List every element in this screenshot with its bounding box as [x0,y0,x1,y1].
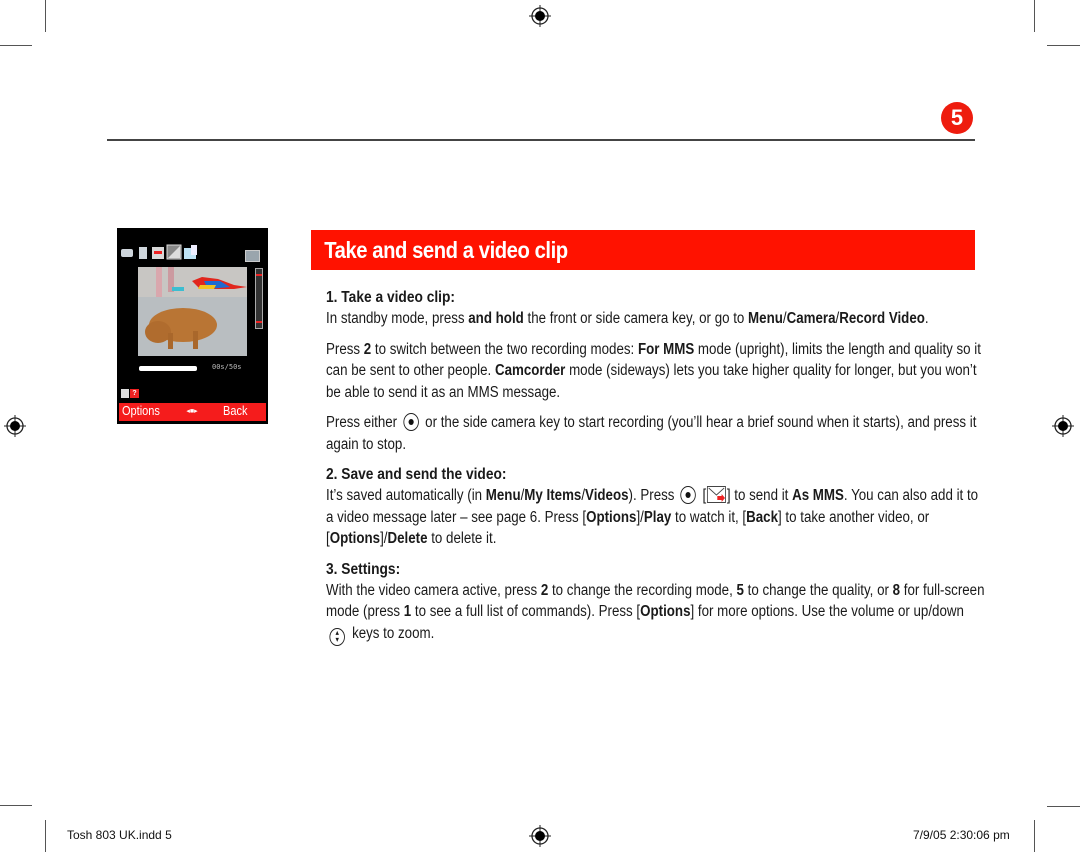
video-mode-icon [121,249,133,257]
footer-file-name: Tosh 803 UK.indd 5 [67,828,172,842]
registration-mark-icon [4,415,26,437]
text-run: to watch it, [ [671,508,747,526]
send-mail-icon [707,486,726,503]
crop-mark [0,45,32,46]
section-title: Take and send a video clip [324,237,568,263]
bold-term: Menu [748,310,783,327]
text-run: keys to zoom. [348,624,435,642]
page-number-badge: 5 [941,102,973,134]
text-run: ] to send it [726,487,793,504]
center-key-icon [403,413,419,431]
section-heading: 3. Settings: [326,560,401,578]
bold-term: Back [746,508,779,526]
nav-center-icon: ◂■▸ [186,408,198,415]
crop-mark [1034,820,1035,852]
text-run: ). Press [628,487,679,504]
text-run: In standby mode, press [326,310,469,327]
bold-term: Record Video [839,310,925,327]
text-run: ]/ [636,508,644,526]
section-title-bar: Take and send a video clip [311,230,975,270]
registration-mark-icon [529,5,551,27]
bold-term: Options [640,603,691,620]
crop-mark [1034,0,1035,32]
up-down-key-icon: ▴ ▾ [329,627,345,646]
zoom-icon [245,250,260,262]
instruction-paragraph: It’s saved automatically (in Menu/My Ite… [326,485,986,550]
viewfinder-photo [138,267,247,356]
instruction-section: 2. Save and send the video: It’s saved au… [326,464,986,550]
crop-mark [0,805,32,806]
header-rule [107,139,975,141]
recording-progress-bar [139,366,197,371]
bold-term: Options [586,508,637,526]
text-run: ] for more options. Use the volume or up… [690,603,964,620]
text-run: It’s saved automatically (in [326,487,486,504]
registration-mark-icon [529,825,551,847]
zoom-slider [255,268,263,329]
bold-term: 8 [892,581,901,599]
key-hint-icon [121,389,129,398]
center-key-icon [680,486,697,504]
text-run: or the side camera key to start recordin… [326,414,977,453]
text-run: to change the recording mode, [548,581,737,599]
instruction-section: 1. Take a video clip: In standby mode, pr… [326,287,986,455]
instruction-section: 3. Settings: With the video camera active… [326,559,986,646]
registration-mark-icon [1052,415,1074,437]
text-run: With the video camera active, press [326,581,541,599]
crop-mark [1047,45,1080,46]
softkey-bar: Options ◂■▸ Back [119,403,266,421]
instruction-paragraph: With the video camera active, press 2 to… [326,580,986,646]
crop-mark [1047,806,1080,807]
softkey-back[interactable]: Back [223,404,247,418]
bold-term: 2 [363,340,372,358]
text-run: to see a full list of commands). Press [ [411,603,641,620]
camera-status-icons [121,244,197,260]
text-run: ]/ [380,530,388,547]
text-run: to switch between the two recording mode… [371,340,638,358]
text-run: [ [698,487,707,504]
quality-icon [139,247,147,259]
softkey-options[interactable]: Options [122,404,160,418]
help-icon: ? [130,389,139,398]
bold-term: 1 [403,603,412,620]
bold-term: Play [643,508,672,526]
text-run: to delete it. [427,530,497,547]
section-heading: 2. Save and send the video: [326,466,507,483]
text-run: Press [326,340,364,358]
bold-term: Delete [387,530,428,547]
text-run: . [924,310,929,327]
bold-term: Options [329,530,381,547]
phone-screen-image: 00s/50s ? Options ◂■▸ Back [117,228,268,424]
recording-timer: 00s/50s [212,363,242,371]
text-run: the front or side camera key, or go to [523,310,749,327]
text-run: to change the quality, or [743,581,893,599]
bold-term: and hold [468,310,524,327]
crop-mark [45,0,46,32]
instructions-body: 1. Take a video clip: In standby mode, pr… [326,287,986,655]
bold-term: As MMS [792,487,844,504]
footer-timestamp: 7/9/05 2:30:06 pm [913,828,1010,842]
instruction-paragraph: Press 2 to switch between the two record… [326,339,986,404]
crop-mark [45,820,46,852]
section-heading: 1. Take a video clip: [326,289,455,306]
text-run: Press either [326,414,401,431]
bold-term: Camcorder [494,362,566,379]
bold-term: 5 [736,581,744,599]
bold-term: My Items [524,487,582,504]
bold-term: Menu [485,487,521,504]
bold-term: Camera [786,310,836,327]
instruction-paragraph: Press either or the side camera key to s… [326,412,986,455]
instruction-paragraph: In standby mode, press and hold the fron… [326,308,986,330]
bold-term: For MMS [637,340,695,358]
bold-term: Videos [585,487,629,504]
